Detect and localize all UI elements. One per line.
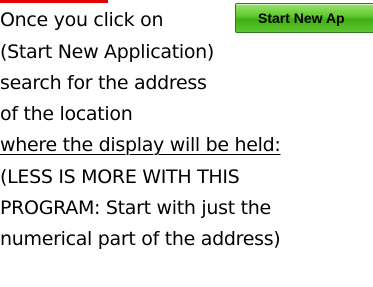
instruction-line-6: (LESS IS MORE WITH THIS: [0, 166, 240, 188]
instruction-line-1: Once you click on: [0, 9, 164, 31]
instruction-line-3: search for the address: [0, 72, 207, 94]
instruction-line-2: (Start New Application): [0, 41, 215, 63]
instruction-line-4: of the location: [0, 103, 133, 125]
instruction-line-8: numerical part of the address): [0, 228, 281, 250]
instruction-line-7: PROGRAM: Start with just the: [0, 197, 271, 219]
red-accent-bar: [0, 0, 108, 3]
start-new-application-label: Start New Ap: [258, 10, 345, 26]
start-new-application-button[interactable]: Start New Ap: [235, 3, 373, 33]
instruction-line-5: where the display will be held:: [0, 134, 281, 156]
